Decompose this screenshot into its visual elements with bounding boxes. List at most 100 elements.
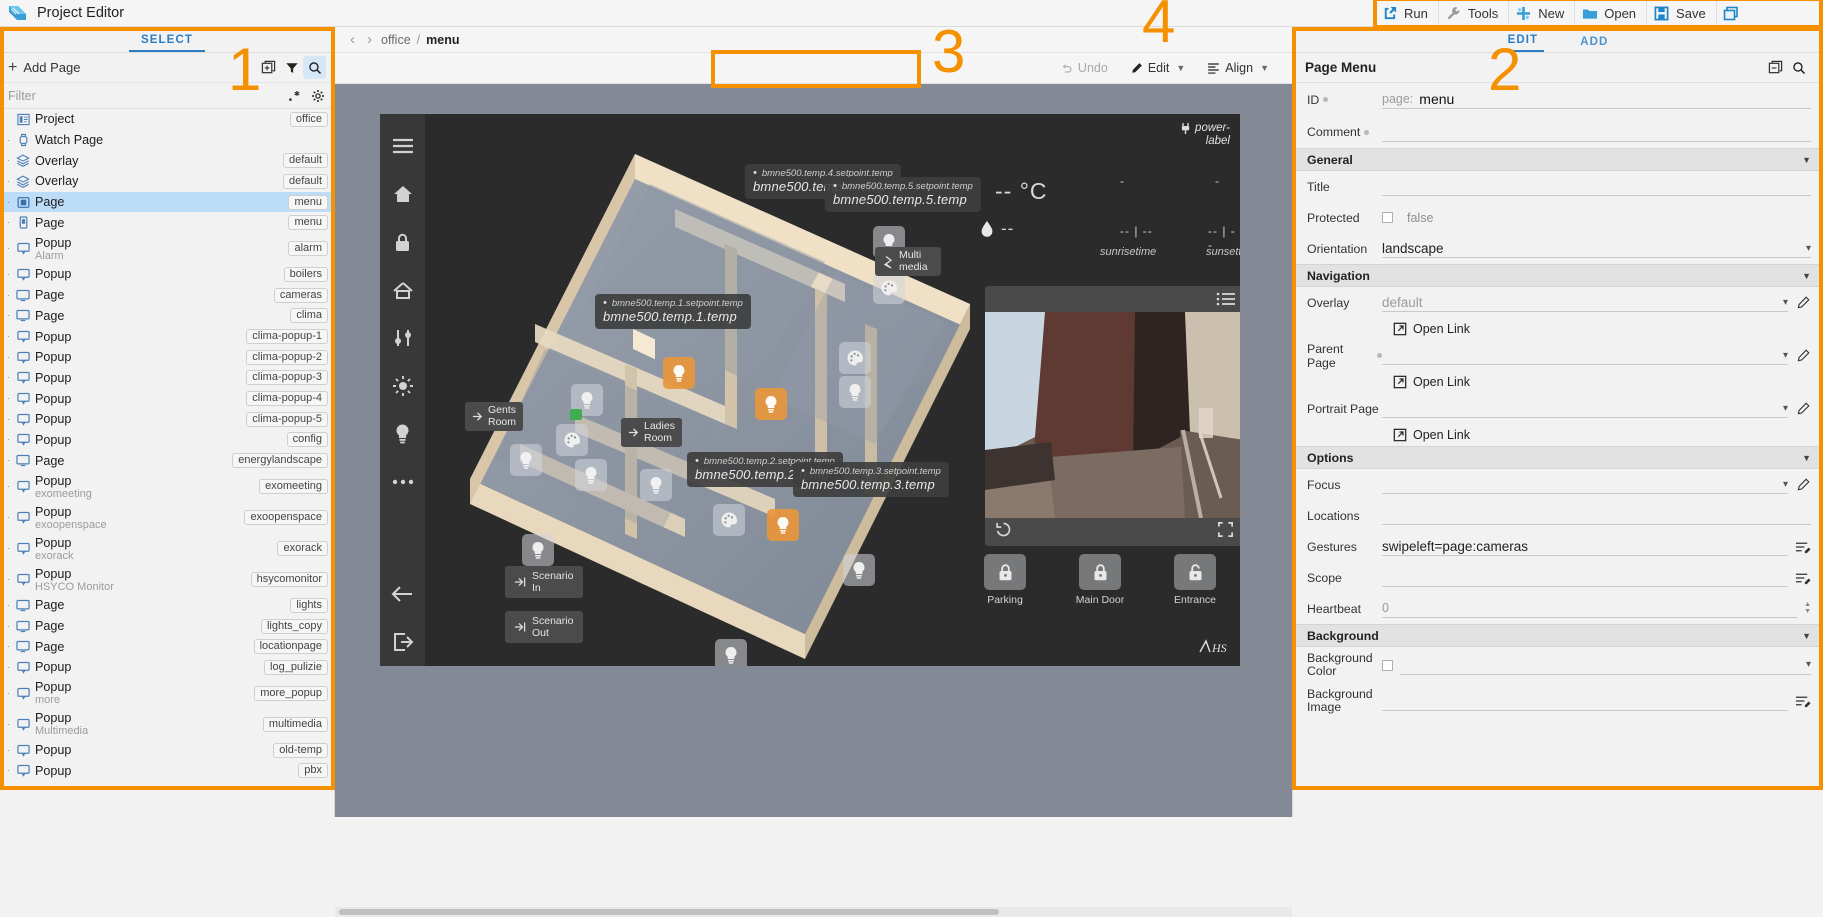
align-button[interactable]: Align ▼ <box>1196 56 1280 80</box>
tree-row[interactable]: · Popup exoopenspace exoopenspace <box>0 502 334 533</box>
tree-row[interactable]: · Page menu <box>0 191 334 213</box>
door-main[interactable]: Main Door <box>1075 554 1125 606</box>
tree-row[interactable]: · Popup clima-popup-2 <box>0 347 334 368</box>
tree-row[interactable]: Project office <box>0 109 334 130</box>
horizontal-scrollbar[interactable] <box>335 907 1292 917</box>
back-arrow-icon[interactable] <box>380 570 425 618</box>
overlay-select[interactable]: default ▾ <box>1382 293 1788 312</box>
twisty-icon[interactable]: · <box>4 156 13 165</box>
twisty-icon[interactable]: · <box>4 353 13 362</box>
tree-row[interactable]: · Popup pbx <box>0 760 334 781</box>
sliders-icon[interactable] <box>380 314 425 362</box>
multimedia-button[interactable]: Multi media <box>875 247 941 276</box>
twisty-icon[interactable]: · <box>4 415 13 424</box>
logout-icon[interactable] <box>380 618 425 666</box>
twisty-icon[interactable]: · <box>4 435 13 444</box>
more-dots-icon[interactable] <box>380 458 425 506</box>
tree-row[interactable]: · Page locationpage <box>0 636 334 657</box>
door-entrance[interactable]: Entrance <box>1170 554 1220 606</box>
camera-fullscreen-icon[interactable] <box>1217 521 1234 543</box>
undo-button[interactable]: Undo <box>1049 56 1119 80</box>
tree-row[interactable]: · Popup HSYCO Monitor hsycomonitor <box>0 564 334 595</box>
twisty-icon[interactable]: · <box>4 332 13 341</box>
twisty-icon[interactable]: · <box>4 575 13 584</box>
value-label-temp5[interactable]: bmne500.temp.5.setpoint.temp bmne500.tem… <box>825 177 981 212</box>
edit-pencil-icon[interactable] <box>1795 401 1811 417</box>
filter-icon[interactable] <box>280 56 303 79</box>
portrait-page-select[interactable]: ▾ <box>1382 399 1788 418</box>
camera-panel[interactable] <box>985 286 1240 546</box>
twisty-icon[interactable]: · <box>4 601 13 610</box>
chevron-down-icon[interactable]: ▼ <box>1802 155 1811 165</box>
twisty-icon[interactable]: · <box>4 136 13 145</box>
light-button[interactable] <box>510 444 542 476</box>
chevron-down-icon[interactable]: ▾ <box>1783 403 1788 414</box>
search-icon[interactable] <box>1787 56 1811 80</box>
locations-input[interactable] <box>1382 506 1811 525</box>
heartbeat-stepper[interactable]: ▲ ▼ <box>1804 601 1811 615</box>
open-link-button[interactable]: Open Link <box>1393 375 1470 389</box>
tree-row[interactable]: · Popup more more_popup <box>0 678 334 709</box>
section-background[interactable]: Background ▼ <box>1293 624 1823 647</box>
save-button[interactable]: Save <box>1647 0 1717 27</box>
twisty-icon[interactable]: · <box>4 373 13 382</box>
edit-pencil-icon[interactable] <box>1795 295 1811 311</box>
gear-icon[interactable] <box>310 88 326 104</box>
twisty-icon[interactable]: · <box>4 482 13 491</box>
scenario-out-button[interactable]: Scenario Out <box>505 611 583 643</box>
twisty-icon[interactable]: · <box>4 394 13 403</box>
bulb-icon[interactable] <box>380 410 425 458</box>
chevron-down-icon[interactable]: ▼ <box>1802 271 1811 281</box>
door-parking[interactable]: Parking <box>980 554 1030 606</box>
section-options[interactable]: Options ▼ <box>1293 446 1823 469</box>
hamburger-icon[interactable] <box>380 122 425 170</box>
tree-row[interactable]: · Popup Multimedia multimedia <box>0 709 334 740</box>
tree-row[interactable]: · Popup log_pulizie <box>0 657 334 678</box>
tree-row[interactable]: · Popup clima-popup-1 <box>0 326 334 347</box>
title-input[interactable] <box>1382 177 1811 196</box>
twisty-icon[interactable]: · <box>4 544 13 553</box>
palette-button[interactable] <box>839 342 871 374</box>
edit-list-icon[interactable] <box>1795 693 1811 709</box>
twisty-icon[interactable]: · <box>4 663 13 672</box>
chevron-down-icon[interactable]: ▾ <box>1783 297 1788 308</box>
tree-row[interactable]: · Overlay default <box>0 171 334 192</box>
light-button[interactable] <box>640 469 672 501</box>
add-page-button[interactable]: + Add Page <box>8 59 80 76</box>
twisty-icon[interactable]: · <box>4 270 13 279</box>
twisty-icon[interactable]: · <box>4 642 13 651</box>
open-link-button[interactable]: Open Link <box>1393 322 1470 336</box>
section-general[interactable]: General ▼ <box>1293 148 1823 171</box>
scrollbar-thumb[interactable] <box>339 909 999 915</box>
tree-row[interactable]: · Page menu <box>0 212 334 233</box>
canvas-area[interactable]: Gents Room Ladies Room Multi media bmne5… <box>335 84 1292 817</box>
twisty-icon[interactable]: · <box>4 746 13 755</box>
twisty-icon[interactable]: · <box>4 513 13 522</box>
light-button[interactable] <box>575 459 607 491</box>
twisty-icon[interactable]: · <box>4 766 13 775</box>
open-button[interactable]: Open <box>1575 0 1648 27</box>
twisty-icon[interactable]: · <box>4 291 13 300</box>
tab-edit[interactable]: EDIT <box>1501 34 1545 52</box>
palette-button[interactable] <box>556 424 588 456</box>
open-link-button[interactable]: Open Link <box>1393 428 1470 442</box>
background-color-swatch[interactable] <box>1382 659 1393 671</box>
tree-row[interactable]: · Popup boilers <box>0 264 334 285</box>
tree-row[interactable]: · Popup exorack exorack <box>0 533 334 564</box>
edit-list-icon[interactable] <box>1795 570 1811 586</box>
edit-button[interactable]: Edit ▼ <box>1119 56 1196 80</box>
twisty-icon[interactable]: · <box>4 198 13 207</box>
floorplan-3d[interactable]: Gents Room Ladies Room Multi media bmne5… <box>425 114 985 666</box>
regex-icon[interactable] <box>286 88 302 104</box>
run-button[interactable]: Run <box>1375 0 1439 27</box>
filter-input[interactable]: Filter <box>8 89 278 103</box>
tree-row[interactable]: · Page cameras <box>0 285 334 306</box>
twisty-icon[interactable]: · <box>4 622 13 631</box>
room-label-ladies[interactable]: Ladies Room <box>621 418 682 447</box>
tree-row[interactable]: · Page lights <box>0 595 334 616</box>
focus-select[interactable]: ▾ <box>1382 475 1788 494</box>
collapse-icon[interactable] <box>1763 56 1787 80</box>
home-icon[interactable] <box>380 170 425 218</box>
twisty-icon[interactable]: · <box>4 456 13 465</box>
camera-history-icon[interactable] <box>995 521 1012 543</box>
